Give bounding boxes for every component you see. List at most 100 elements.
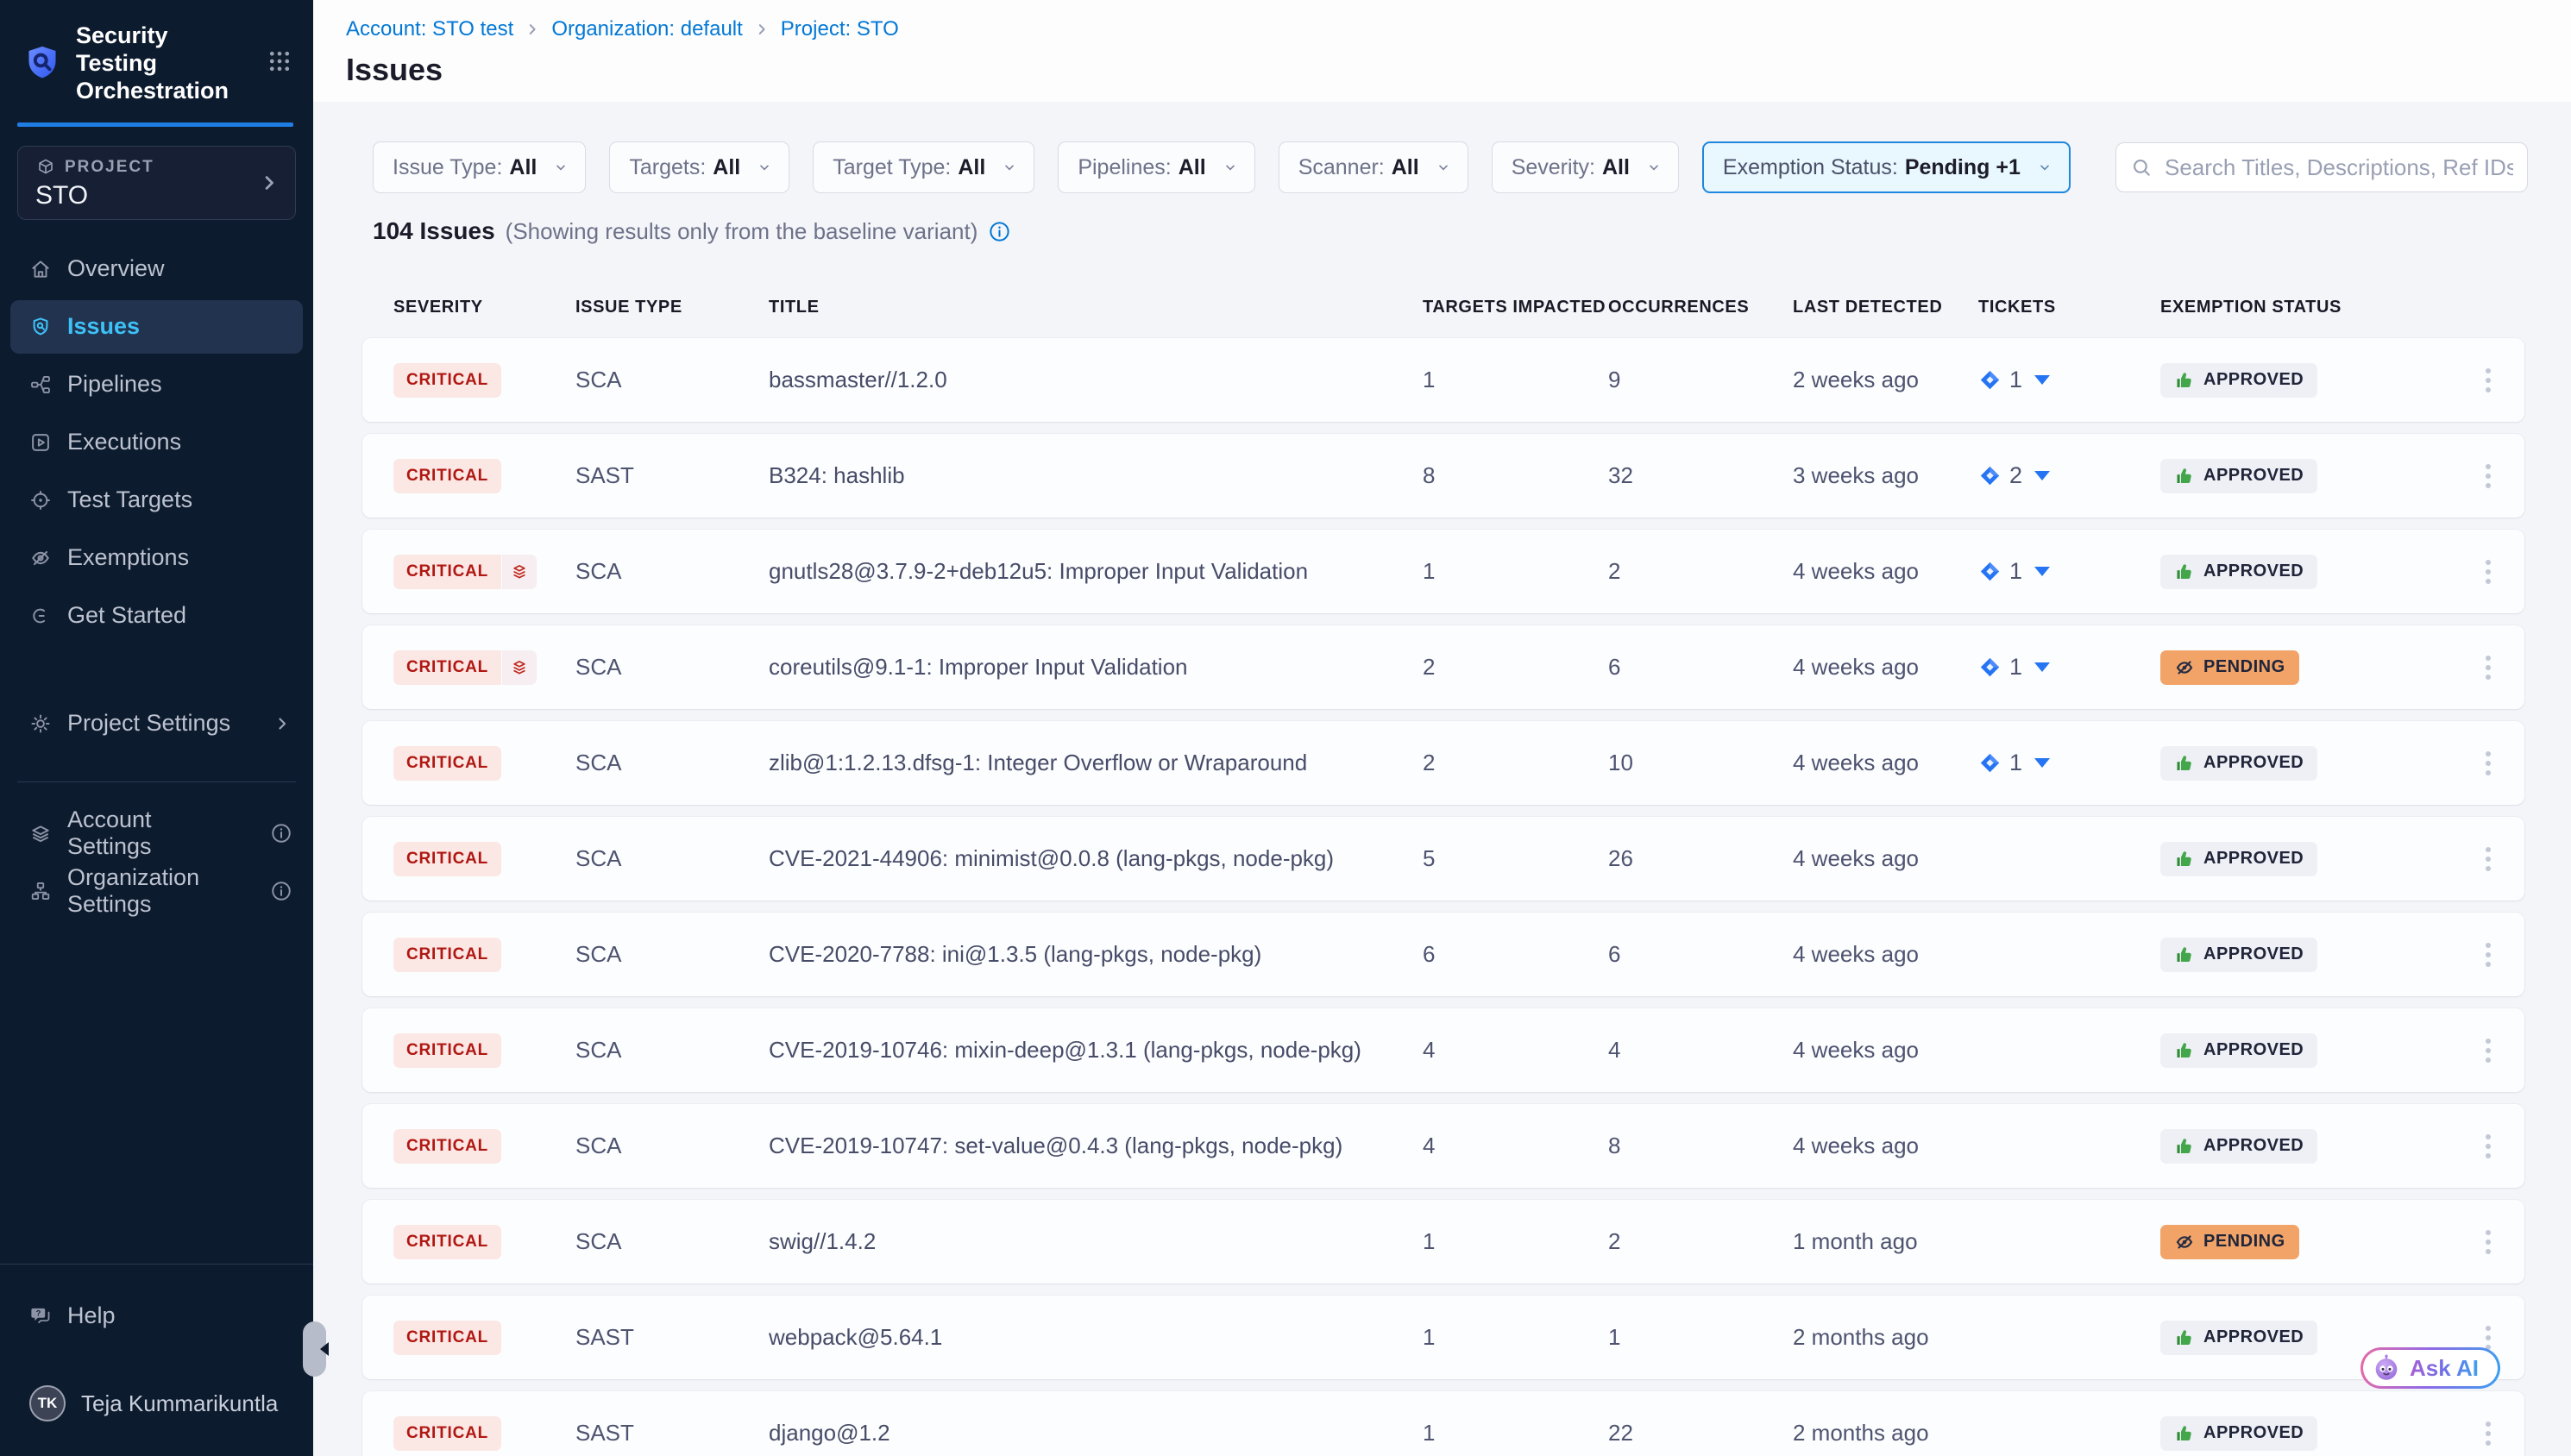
jira-ticket-icon	[1978, 368, 2002, 392]
baseline-note: (Showing results only from the baseline …	[506, 218, 978, 245]
ask-ai-label: Ask AI	[2410, 1355, 2479, 1382]
home-icon	[29, 258, 52, 280]
row-menu-button[interactable]	[2479, 553, 2498, 591]
ticket-count: 1	[2009, 654, 2022, 681]
filter-targets[interactable]: Targets: All	[609, 141, 789, 193]
sidebar-item-label: Organization Settings	[67, 864, 239, 918]
row-menu-button[interactable]	[2479, 744, 2498, 782]
sidebar-item-organization-settings[interactable]: Organization Settings	[10, 864, 303, 918]
severity-badge: CRITICAL	[393, 459, 501, 493]
info-icon[interactable]	[270, 822, 292, 844]
col-last-detected: LAST DETECTED	[1793, 298, 1978, 317]
table-row[interactable]: CRITICAL SAST django@1.2 1 22 2 months a…	[362, 1391, 2524, 1456]
thumbs-up-icon	[2174, 945, 2195, 965]
table-row[interactable]: CRITICAL SCA bassmaster//1.2.0 1 9 2 wee…	[362, 338, 2524, 422]
exemption-status-badge: APPROVED	[2160, 555, 2317, 589]
table-row[interactable]: CRITICAL SCA CVE-2020-7788: ini@1.3.5 (l…	[362, 913, 2524, 996]
row-menu-button[interactable]	[2479, 1032, 2498, 1070]
ticket-count: 1	[2009, 750, 2022, 776]
occurrences: 22	[1608, 1420, 1793, 1447]
page-title: Issues	[346, 52, 2571, 88]
severity-badge: CRITICAL	[393, 363, 501, 398]
row-menu-button[interactable]	[2479, 1415, 2498, 1453]
status-label: APPROVED	[2203, 1040, 2304, 1060]
col-severity: SEVERITY	[393, 298, 575, 317]
ticket-count: 1	[2009, 558, 2022, 585]
table-row[interactable]: CRITICAL SCA coreutils@9.1-1: Improper I…	[362, 625, 2524, 709]
info-icon[interactable]	[988, 220, 1011, 243]
info-icon[interactable]	[270, 880, 292, 902]
table-row[interactable]: CRITICAL SCA zlib@1:1.2.13.dfsg-1: Integ…	[362, 721, 2524, 805]
sidebar-item-get-started[interactable]: Get Started	[10, 589, 303, 643]
exemption-status-badge: APPROVED	[2160, 1033, 2317, 1068]
row-menu-button[interactable]	[2479, 1223, 2498, 1261]
table-row[interactable]: CRITICAL SCA CVE-2019-10746: mixin-deep@…	[362, 1008, 2524, 1092]
ask-ai-button[interactable]: Ask AI	[2360, 1347, 2500, 1389]
chevron-down-icon	[554, 160, 568, 174]
eye-off-icon	[29, 547, 52, 569]
row-menu-button[interactable]	[2479, 1127, 2498, 1165]
collapse-arrow-icon	[312, 1342, 329, 1356]
thumbs-up-icon	[2174, 562, 2195, 582]
last-detected: 3 weeks ago	[1793, 462, 1978, 489]
ticket-dropdown-icon[interactable]	[2034, 471, 2050, 480]
filter-issue-type[interactable]: Issue Type: All	[373, 141, 586, 193]
project-label: PROJECT	[65, 158, 154, 177]
chevron-down-icon	[1647, 160, 1661, 174]
sidebar-item-label: Overview	[67, 255, 165, 282]
search-input[interactable]	[2116, 143, 2527, 191]
tickets-cell: 1	[1978, 367, 2160, 393]
app-grid-icon[interactable]	[267, 48, 292, 78]
exemption-status-badge: PENDING	[2160, 1225, 2299, 1259]
status-label: APPROVED	[2203, 849, 2304, 869]
table-row[interactable]: CRITICAL SAST B324: hashlib 8 32 3 weeks…	[362, 434, 2524, 518]
filter-exemption-status[interactable]: Exemption Status: Pending +1	[1702, 141, 2071, 193]
table-row[interactable]: CRITICAL SAST webpack@5.64.1 1 1 2 month…	[362, 1296, 2524, 1379]
ticket-dropdown-icon[interactable]	[2034, 375, 2050, 385]
sidebar-item-pipelines[interactable]: Pipelines	[10, 358, 303, 411]
sidebar-item-executions[interactable]: Executions	[10, 416, 303, 469]
sidebar-item-exemptions[interactable]: Exemptions	[10, 531, 303, 585]
exemption-status-badge: APPROVED	[2160, 459, 2317, 493]
col-tickets: TICKETS	[1978, 298, 2160, 317]
filter-pipelines[interactable]: Pipelines: All	[1058, 141, 1254, 193]
breadcrumb-project[interactable]: Project: STO	[781, 17, 899, 41]
project-selector[interactable]: PROJECT STO	[17, 146, 296, 220]
table-row[interactable]: CRITICAL SCA CVE-2021-44906: minimist@0.…	[362, 817, 2524, 901]
ai-mascot-icon	[2372, 1353, 2401, 1383]
user-menu[interactable]: TK Teja Kummarikuntla	[10, 1377, 303, 1430]
sidebar-item-overview[interactable]: Overview	[10, 242, 303, 296]
filter-scanner[interactable]: Scanner: All	[1279, 141, 1468, 193]
table-row[interactable]: CRITICAL SCA CVE-2019-10747: set-value@0…	[362, 1104, 2524, 1188]
row-menu-button[interactable]	[2479, 936, 2498, 974]
row-menu-button[interactable]	[2479, 361, 2498, 399]
sidebar-item-issues[interactable]: Issues	[10, 300, 303, 354]
breadcrumb-account[interactable]: Account: STO test	[346, 17, 513, 41]
sidebar-item-project-settings[interactable]: Project Settings	[10, 697, 303, 750]
issue-type: SAST	[575, 1324, 769, 1351]
ticket-dropdown-icon[interactable]	[2034, 567, 2050, 576]
targets-impacted: 2	[1423, 654, 1608, 681]
last-detected: 4 weeks ago	[1793, 1133, 1978, 1159]
filter-target-type[interactable]: Target Type: All	[813, 141, 1034, 193]
sidebar-item-account-settings[interactable]: Account Settings	[10, 806, 303, 860]
chevron-right-icon	[257, 171, 281, 199]
last-detected: 4 weeks ago	[1793, 654, 1978, 681]
row-menu-button[interactable]	[2479, 457, 2498, 495]
row-menu-button[interactable]	[2479, 649, 2498, 687]
ticket-dropdown-icon[interactable]	[2034, 758, 2050, 768]
sidebar-item-help[interactable]: ? Help	[10, 1289, 303, 1342]
row-menu-button[interactable]	[2479, 840, 2498, 878]
ticket-dropdown-icon[interactable]	[2034, 662, 2050, 672]
severity-badge: CRITICAL	[393, 555, 537, 589]
issue-type: SCA	[575, 845, 769, 872]
table-row[interactable]: CRITICAL SCA swig//1.4.2 1 2 1 month ago	[362, 1200, 2524, 1283]
table-row[interactable]: CRITICAL SCA gnutls28@3.7.9-2+deb12u5: I…	[362, 530, 2524, 613]
breadcrumb-organization[interactable]: Organization: default	[551, 17, 742, 41]
targets-impacted: 5	[1423, 845, 1608, 872]
filter-severity[interactable]: Severity: All	[1492, 141, 1679, 193]
sidebar-item-test-targets[interactable]: Test Targets	[10, 474, 303, 527]
exemption-status-badge: APPROVED	[2160, 363, 2317, 398]
sidebar-collapse-handle[interactable]	[303, 1321, 326, 1377]
chevron-right-icon	[754, 22, 770, 37]
